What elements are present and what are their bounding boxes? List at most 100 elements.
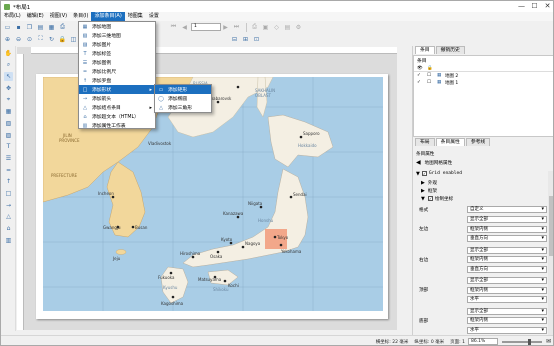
messages-icon[interactable]: ✉	[546, 338, 551, 345]
add-html-tool-icon[interactable]: ⌂	[4, 224, 13, 233]
coord-select[interactable]: 水平	[467, 296, 547, 303]
atlas-last-icon[interactable]: ⏭	[232, 23, 241, 32]
atlas-export-svg-icon[interactable]: ◇	[272, 23, 281, 32]
submenu-item-rectangle[interactable]: ▭ 添加矩形	[155, 85, 211, 94]
lock-icon[interactable]: 🔒	[58, 35, 67, 44]
distribute-icon[interactable]: ⊞	[241, 35, 250, 44]
back-arrow-icon[interactable]: ◀	[416, 159, 421, 166]
minimize-button[interactable]: —	[515, 1, 528, 12]
zoom-slider[interactable]	[501, 338, 542, 345]
section-draw-coordinates[interactable]: ▼ ✓ 绘制坐标	[413, 194, 553, 203]
coord-select[interactable]: 显示全部	[467, 307, 547, 315]
print-icon[interactable]: ⎙	[58, 23, 67, 32]
menu-atlas[interactable]: 地图集	[125, 12, 146, 21]
new-layout-icon[interactable]: ▭	[3, 23, 12, 32]
open-template-icon[interactable]: ▤	[36, 23, 45, 32]
lock-checkbox[interactable]: ☐	[427, 73, 437, 78]
zoom-out-icon[interactable]: ⊖	[14, 35, 23, 44]
draw-coords-checkbox[interactable]: ✓	[427, 196, 433, 201]
menu-item-shape[interactable]: □ 添加形状 ▸	[79, 85, 155, 94]
vertical-ruler[interactable]	[17, 54, 24, 330]
save-icon[interactable]: ▪	[14, 23, 23, 32]
visibility-checkbox[interactable]: ✓	[417, 73, 427, 78]
add-node-tool-icon[interactable]: △	[4, 212, 13, 221]
menu-item-html[interactable]: ⌂ 添加超文本（HTML）	[79, 112, 155, 121]
zoom-field[interactable]: 86.1%	[467, 338, 498, 345]
atlas-settings-icon[interactable]: ⚙	[294, 23, 303, 32]
unlock-icon[interactable]: ◫	[69, 35, 78, 44]
menu-items[interactable]: 条目(I)	[70, 12, 91, 21]
coord-select[interactable]: 水平	[467, 326, 547, 334]
coord-select[interactable]: 框架内侧	[467, 225, 547, 233]
coord-select[interactable]: 显示全部	[467, 246, 547, 254]
menu-layout[interactable]: 布局(L)	[1, 12, 24, 21]
tab-item-properties[interactable]: 条目属性	[435, 138, 465, 146]
tab-layout[interactable]: 布局	[415, 138, 435, 146]
add-arrow-tool-icon[interactable]: →	[4, 201, 13, 210]
menu-item-legend[interactable]: ☰ 添加图例	[79, 58, 155, 67]
item-row[interactable]: ✓ ☐ ▦ 地图 2	[414, 72, 553, 79]
add-3dmap-tool-icon[interactable]: ▧	[4, 119, 13, 128]
coord-select[interactable]: 框架内侧	[467, 286, 547, 294]
add-north-tool-icon[interactable]: ↑	[4, 177, 13, 186]
duplicate-icon[interactable]: ❐	[25, 23, 34, 32]
atlas-print-icon[interactable]: ⎙	[250, 23, 259, 32]
refresh-icon[interactable]: ↻	[47, 35, 56, 44]
zoom-tool-icon[interactable]: ⌕	[4, 60, 13, 69]
menu-item-table[interactable]: ▥ 添加属性工作表	[79, 121, 155, 130]
atlas-export-pdf-icon[interactable]: ▤	[283, 23, 292, 32]
atlas-next-icon[interactable]: ▶	[221, 23, 230, 32]
props-scrollbar[interactable]	[548, 171, 553, 335]
menu-item-label[interactable]: T 添加标签	[79, 49, 155, 58]
menu-settings[interactable]: 设置	[146, 12, 162, 21]
add-legend-tool-icon[interactable]: ☰	[4, 154, 13, 163]
menu-item-scalebar[interactable]: ═ 添加比例尺	[79, 67, 155, 76]
atlas-page-field[interactable]: 1	[191, 23, 221, 31]
grid-enabled-row[interactable]: ▼ ✓ Grid enabled	[413, 169, 553, 178]
grid-enabled-checkbox[interactable]: ✓	[421, 171, 427, 176]
menu-item-3d-map[interactable]: ▧ 添加三维地图	[79, 31, 155, 40]
atlas-prev-icon[interactable]: ◀	[180, 23, 189, 32]
add-map-tool-icon[interactable]: ▦	[4, 107, 13, 116]
add-scalebar-tool-icon[interactable]: ═	[4, 166, 13, 175]
menu-item-map[interactable]: ▦ 添加地图	[79, 22, 155, 31]
align-left-icon[interactable]: ⊟	[230, 35, 239, 44]
maximize-button[interactable]: ☐	[528, 1, 541, 12]
add-label-tool-icon[interactable]: T	[4, 142, 13, 151]
coord-select[interactable]: 显示全部	[467, 216, 547, 223]
tab-undo-history[interactable]: 撤销历史	[435, 46, 465, 54]
lock-checkbox[interactable]: ☐	[427, 80, 437, 85]
add-picture-tool-icon[interactable]: ▨	[4, 131, 13, 140]
zoom-actual-icon[interactable]: ⊙	[25, 35, 34, 44]
atlas-first-icon[interactable]: ⏮	[169, 23, 178, 32]
menu-item-picture[interactable]: ▨ 添加图片	[79, 40, 155, 49]
submenu-item-triangle[interactable]: △ 添加三角形	[155, 103, 211, 112]
visibility-checkbox[interactable]: ✓	[417, 80, 427, 85]
tab-items[interactable]: 条目	[415, 46, 435, 54]
edit-nodes-icon[interactable]: ⌖	[4, 95, 13, 104]
pan-icon[interactable]: ✋	[4, 49, 13, 58]
coord-select[interactable]: 垂直方向	[467, 235, 547, 242]
submenu-item-ellipse[interactable]: ◯ 添加椭圆	[155, 94, 211, 103]
save-template-icon[interactable]: ▦	[47, 23, 56, 32]
menu-edit[interactable]: 编辑(E)	[24, 12, 47, 21]
resize-icon[interactable]: ⊡	[252, 35, 261, 44]
coord-select[interactable]: 框架内侧	[467, 317, 547, 324]
item-row[interactable]: ✓ ☐ ▦ 地图 1	[414, 79, 553, 86]
coord-select[interactable]: 垂直方向	[467, 265, 547, 273]
menu-item-north-arrow[interactable]: ↑ 添加罗盘	[79, 76, 155, 85]
close-button[interactable]: ✕	[541, 1, 553, 12]
format-select[interactable]: 自定义	[467, 206, 547, 213]
menu-add-item[interactable]: 添加条目(A)	[91, 12, 125, 21]
move-content-icon[interactable]: ✥	[4, 84, 13, 93]
atlas-export-image-icon[interactable]: ▣	[261, 23, 270, 32]
add-shape-tool-icon[interactable]: □	[4, 189, 13, 198]
add-table-tool-icon[interactable]: ▥	[4, 236, 13, 245]
menu-item-arrow[interactable]: → 添加箭头	[79, 94, 155, 103]
coord-select[interactable]: 显示全部	[467, 277, 547, 284]
coord-select[interactable]: 框架内侧	[467, 256, 547, 263]
menu-item-node[interactable]: △ 添加结点条目 ▸	[79, 103, 155, 112]
menu-view[interactable]: 视图(V)	[47, 12, 70, 21]
tab-guides[interactable]: 参考线	[465, 138, 491, 146]
select-icon[interactable]: ↖	[4, 72, 13, 82]
